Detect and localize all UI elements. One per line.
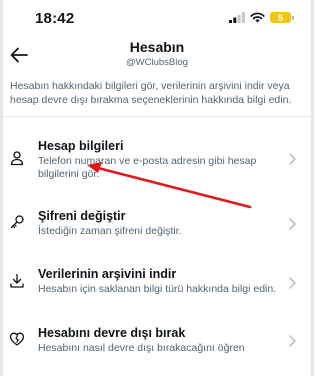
- download-icon: [10, 273, 24, 288]
- chevron-right-icon: [289, 335, 296, 347]
- chevron-right-icon: [289, 153, 296, 165]
- battery-level: 5: [270, 12, 291, 23]
- status-time: 18:42: [35, 10, 75, 27]
- key-icon: [10, 215, 24, 229]
- status-bar: 18:42 5: [0, 0, 314, 38]
- menu-item-title: Şifreni değiştir: [38, 209, 126, 223]
- menu-item-title: Hesap bilgileri: [38, 139, 124, 153]
- page-description: Hesabın hakkındaki bilgileri gör, verile…: [10, 80, 292, 106]
- header: Hesabın @WClubsBlog: [0, 38, 314, 72]
- menu-item-account-info[interactable]: Hesap bilgileri Telefon numaran ve e-pos…: [3, 139, 311, 195]
- broken-heart-icon: [9, 332, 25, 346]
- signal-icon: [229, 12, 245, 23]
- page-title: Hesabın: [129, 39, 185, 55]
- status-icons: 5: [229, 12, 294, 23]
- menu-item-download-archive[interactable]: Verilerinin arşivini indir Hesabın için …: [3, 267, 311, 323]
- divider: [3, 116, 311, 117]
- menu-item-description: Telefon numaran ve e-posta adresin gibi …: [38, 155, 257, 180]
- battery-indicator: 5: [270, 12, 294, 23]
- menu-item-description: İstediğin zaman şifreni değiştir.: [38, 225, 182, 237]
- menu-item-deactivate-account[interactable]: Hesabını devre dışı bırak Hesabını nasıl…: [3, 326, 311, 382]
- menu-item-description: Hesabını nasıl devre dışı bırakacağını ö…: [38, 342, 245, 354]
- menu-item-title: Hesabını devre dışı bırak: [38, 326, 186, 340]
- chevron-right-icon: [289, 218, 296, 230]
- chevron-right-icon: [289, 277, 296, 289]
- menu-item-change-password[interactable]: Şifreni değiştir İstediğin zaman şifreni…: [3, 209, 311, 265]
- menu-item-description: Hesabın için saklanan bilgi türü hakkınd…: [38, 283, 277, 295]
- wifi-icon: [250, 12, 265, 23]
- account-handle: @WClubsBlog: [126, 57, 188, 68]
- menu-item-title: Verilerinin arşivini indir: [38, 267, 177, 281]
- person-icon: [10, 151, 24, 166]
